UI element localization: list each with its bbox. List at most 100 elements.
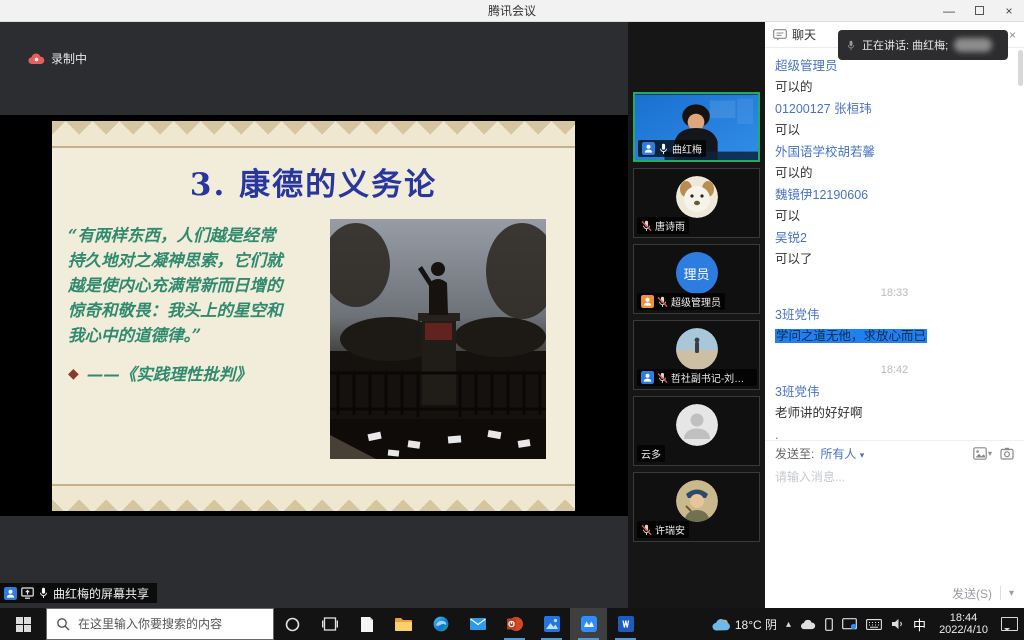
mic-muted-icon (641, 524, 652, 536)
default-avatar (676, 404, 718, 446)
recording-cloud-icon (28, 53, 45, 65)
participant-name: 许瑞安 (655, 522, 685, 537)
blurred-names (954, 38, 992, 52)
weather-text: 18°C 阴 (735, 616, 777, 633)
screen-share-icon (21, 587, 34, 599)
send-row: 发送(S) ▾ (765, 578, 1024, 608)
chat-scrollbar[interactable] (1018, 50, 1023, 86)
word-icon[interactable] (607, 608, 644, 640)
text-avatar: 理员 (676, 252, 718, 294)
tencent-meeting-icon[interactable] (570, 608, 607, 640)
speaking-toast-text: 正在讲话: 曲红梅; (862, 37, 948, 53)
image-attach-button[interactable]: ▾ (973, 447, 992, 460)
clock[interactable]: 18:44 2022/4/10 (935, 612, 992, 636)
mail-icon[interactable] (459, 608, 496, 640)
recording-indicator[interactable]: 录制中 (28, 50, 87, 67)
participant-tile[interactable]: 曲红梅 (633, 92, 760, 162)
slide-top-border (52, 121, 575, 148)
chat-message-input[interactable] (765, 466, 1024, 488)
powerpoint-icon[interactable] (496, 608, 533, 640)
close-button[interactable]: × (994, 0, 1024, 21)
phone-icon[interactable] (825, 618, 833, 631)
participant-label: 许瑞安 (637, 521, 689, 538)
send-to-dropdown[interactable]: 所有人 ▾ (820, 445, 864, 462)
photos-icon[interactable] (533, 608, 570, 640)
task-view-icon[interactable] (311, 608, 348, 640)
chat-timestamp: 18:42 (775, 362, 1014, 378)
search-icon (56, 617, 70, 631)
ime-indicator[interactable]: 中 (913, 615, 926, 634)
send-divider (1000, 586, 1001, 600)
participant-name: 唐诗雨 (655, 218, 685, 233)
titlebar: 腾讯会议 — × (0, 0, 1024, 22)
image-icon (973, 447, 987, 460)
weather-cloud-icon (712, 618, 730, 631)
screenshot-button[interactable] (1000, 447, 1014, 460)
chat-message: 可以 (775, 208, 1014, 224)
slide-bottom-border (52, 484, 575, 511)
weather-widget[interactable]: 18°C 阴 (712, 616, 777, 633)
quote-line: “有两样东西，人们越是经常 (68, 223, 336, 248)
cartoon-avatar (676, 480, 718, 522)
participant-label: 超级管理员 (637, 293, 725, 310)
restore-button[interactable] (964, 0, 994, 21)
quote-line: 惊奇和敬畏：我头上的星空和 (68, 298, 336, 323)
file-explorer-icon[interactable] (385, 608, 422, 640)
mic-on-icon (658, 143, 669, 155)
tray-time: 18:44 (939, 612, 988, 624)
notepad-icon[interactable] (348, 608, 385, 640)
chat-close-button[interactable]: × (1009, 28, 1016, 42)
tray-date: 2022/4/10 (939, 624, 988, 636)
chat-sender: 吴锐2 (775, 230, 1014, 246)
cortana-icon[interactable] (274, 608, 311, 640)
minimize-button[interactable]: — (934, 0, 964, 21)
screen-share-status: 曲红梅的屏幕共享 (0, 583, 157, 603)
chat-message-list[interactable]: 超级管理员可以的01200127 张桓玮可以外国语学校胡若馨可以的魏镜伊1219… (765, 48, 1024, 440)
participant-label: 曲红梅 (638, 140, 706, 157)
chat-panel: 聊天 ··· × 超级管理员可以的01200127 张桓玮可以外国语学校胡若馨可… (765, 22, 1024, 608)
chat-message: 可以的 (775, 79, 1014, 95)
quote-line: 越是使内心充满常新而日增的 (68, 273, 336, 298)
search-input[interactable] (78, 617, 248, 631)
participant-tile[interactable]: 哲社副书记-刘培强 (633, 320, 760, 390)
send-options-button[interactable]: ▾ (1009, 588, 1014, 599)
window-title: 腾讯会议 (0, 2, 1024, 19)
chat-message: 学问之道无他，求放心而已 (775, 328, 1014, 344)
participant-tile[interactable]: 云多 (633, 396, 760, 466)
chat-sender: 01200127 张桓玮 (775, 101, 1014, 117)
chat-sender: 3班党伟 (775, 384, 1014, 400)
member-role-icon (4, 587, 17, 600)
share-label-text: 曲红梅的屏幕共享 (53, 585, 149, 602)
touch-keyboard-icon[interactable] (866, 619, 882, 630)
chat-sender: 魏镜伊12190606 (775, 187, 1014, 203)
restore-icon (975, 6, 984, 15)
photo-avatar (676, 328, 718, 370)
participant-tile[interactable]: 唐诗雨 (633, 168, 760, 238)
chat-input-area[interactable] (765, 488, 1024, 578)
participant-name: 哲社副书记-刘培强 (671, 370, 753, 385)
taskbar-search[interactable] (46, 608, 274, 640)
send-to-label: 发送至: (775, 445, 814, 462)
chat-sender: 3班党伟 (775, 307, 1014, 323)
participant-tile[interactable]: 许瑞安 (633, 472, 760, 542)
edge-icon[interactable] (422, 608, 459, 640)
send-button[interactable]: 发送(S) (952, 585, 992, 602)
participant-name: 超级管理员 (671, 294, 721, 309)
chat-timestamp: 18:33 (775, 285, 1014, 301)
onedrive-icon[interactable] (800, 619, 816, 630)
chat-bubble-icon (773, 29, 787, 41)
mic-on-icon (38, 587, 49, 599)
participant-label: 云多 (637, 445, 665, 462)
mic-muted-icon (657, 372, 668, 384)
display-notification-icon[interactable] (842, 618, 857, 630)
tray-chevron-icon[interactable]: ▴ (786, 619, 791, 630)
action-center-icon[interactable] (1001, 617, 1018, 631)
speaking-toast: 正在讲话: 曲红梅; (838, 30, 1008, 60)
chevron-down-icon: ▾ (988, 449, 992, 458)
presentation-slide: 3. 康德的义务论 “有两样东西，人们越是经常 持久地对之凝神思索，它们就 越是… (52, 121, 575, 511)
start-button[interactable] (0, 608, 46, 640)
chat-title: 聊天 (792, 26, 816, 43)
system-tray: 18°C 阴 ▴ 中 18:44 (712, 608, 1024, 640)
speaker-icon[interactable] (891, 618, 904, 630)
participant-tile[interactable]: 理员 超级管理员 (633, 244, 760, 314)
